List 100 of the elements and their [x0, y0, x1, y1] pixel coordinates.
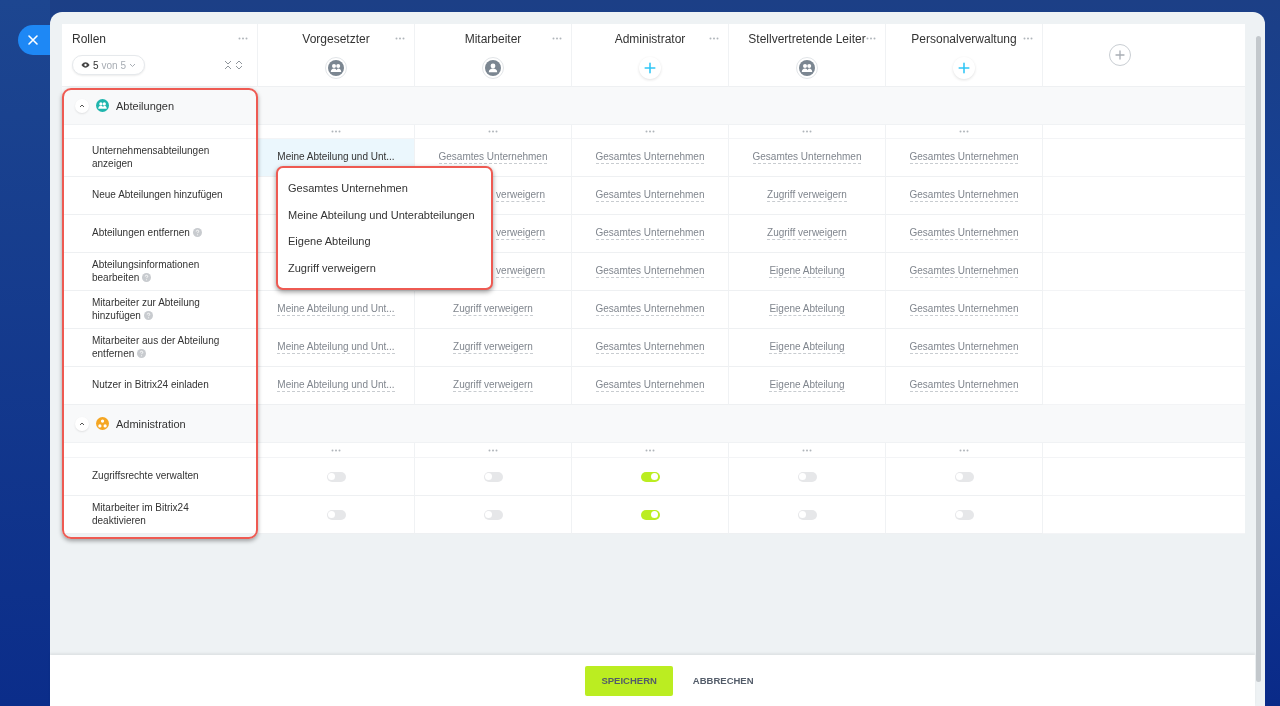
access-level-link[interactable]: Eigene Abteilung	[769, 265, 845, 278]
permission-label: Neue Abteilungen hinzufügen	[92, 189, 223, 202]
access-level-link[interactable]: Eigene Abteilung	[769, 303, 845, 316]
add-member-button[interactable]	[953, 57, 975, 79]
access-level-link[interactable]: Gesamtes Unternehmen	[595, 227, 705, 240]
permission-label: Abteilungsinformationen bearbeiten	[92, 259, 201, 284]
plus-icon	[958, 62, 970, 74]
scrollbar[interactable]	[1256, 36, 1261, 682]
save-button[interactable]: SPEICHERN	[585, 665, 673, 696]
role-title: Mitarbeiter	[464, 32, 522, 46]
access-level-link[interactable]: verweigern	[496, 189, 545, 202]
more-icon[interactable]	[331, 448, 341, 452]
dropdown-option[interactable]: Meine Abteilung und Unterabteilungen	[278, 201, 491, 228]
permission-switch[interactable]	[640, 471, 660, 482]
collapse-button[interactable]	[75, 98, 89, 113]
access-level-link[interactable]: Gesamtes Unternehmen	[909, 341, 1019, 354]
more-icon[interactable]	[552, 37, 562, 40]
collapse-button[interactable]	[75, 416, 89, 431]
member-button[interactable]	[325, 57, 347, 79]
permission-switch[interactable]	[797, 471, 817, 482]
access-level-link[interactable]: Gesamtes Unternehmen	[595, 379, 705, 392]
permission-switch[interactable]	[483, 509, 503, 520]
access-level-link[interactable]: Zugriff verweigern	[453, 379, 533, 392]
member-button[interactable]	[796, 57, 818, 79]
permission-switch[interactable]	[640, 509, 660, 520]
more-icon[interactable]	[238, 37, 248, 40]
help-icon[interactable]	[142, 272, 152, 282]
more-icon[interactable]	[802, 130, 812, 133]
visible-roles-filter[interactable]: 5 von 5	[72, 55, 146, 75]
access-level-link[interactable]: Zugriff verweigern	[767, 227, 847, 240]
group-icon	[328, 60, 344, 76]
more-icon[interactable]	[645, 448, 655, 452]
help-icon[interactable]	[143, 310, 153, 320]
permission-label: Mitarbeiter zur Abteilung hinzufügen	[92, 297, 201, 322]
access-level-link[interactable]: Gesamtes Unternehmen	[595, 303, 705, 316]
access-level-link[interactable]: Gesamtes Unternehmen	[909, 151, 1019, 164]
help-icon[interactable]	[192, 228, 202, 238]
access-level-link[interactable]: Gesamtes Unternehmen	[595, 265, 705, 278]
access-level-link[interactable]: Gesamtes Unternehmen	[595, 189, 705, 202]
more-icon[interactable]	[709, 37, 719, 40]
member-button[interactable]	[482, 57, 504, 79]
more-icon[interactable]	[645, 130, 655, 133]
permission-label: Mitarbeiter im Bitrix24 deaktivieren	[92, 502, 190, 527]
collapse-expand-icon[interactable]	[224, 60, 244, 70]
permission-switch[interactable]	[797, 509, 817, 520]
access-level-link[interactable]: Zugriff verweigern	[453, 341, 533, 354]
access-level-link[interactable]: Eigene Abteilung	[769, 341, 845, 354]
access-level-link[interactable]: Gesamtes Unternehmen	[909, 265, 1019, 278]
chevron-up-icon	[79, 421, 85, 426]
access-level-link[interactable]: Meine Abteilung und Unt...	[277, 303, 395, 316]
permission-label: Mitarbeiter aus der Abteilung entfernen	[92, 335, 221, 360]
access-level-link[interactable]: Meine Abteilung und Unt...	[277, 151, 395, 164]
permission-label: Unternehmensabteilungen anzeigen	[92, 145, 211, 170]
more-icon[interactable]	[488, 130, 498, 133]
access-level-link[interactable]: Meine Abteilung und Unt...	[277, 379, 395, 392]
help-icon[interactable]	[137, 348, 147, 358]
add-member-button[interactable]	[639, 57, 661, 79]
dropdown-option[interactable]: Zugriff verweigern	[278, 254, 491, 281]
more-icon[interactable]	[395, 37, 405, 40]
access-level-link[interactable]: Gesamtes Unternehmen	[909, 303, 1019, 316]
permission-switch[interactable]	[326, 509, 346, 520]
chevron-up-icon	[79, 103, 85, 108]
permission-switch[interactable]	[954, 509, 974, 520]
permission-switch[interactable]	[326, 471, 346, 482]
access-level-link[interactable]: Gesamtes Unternehmen	[595, 151, 705, 164]
access-level-link[interactable]: verweigern	[496, 265, 545, 278]
access-level-link[interactable]: Gesamtes Unternehmen	[752, 151, 862, 164]
permission-switch[interactable]	[483, 471, 503, 482]
permission-switch[interactable]	[954, 471, 974, 482]
plus-icon	[644, 62, 656, 74]
more-icon[interactable]	[866, 37, 876, 40]
access-level-link[interactable]: Gesamtes Unternehmen	[909, 227, 1019, 240]
role-title: Administrator	[614, 32, 686, 46]
cancel-button[interactable]: ABBRECHEN	[686, 674, 760, 687]
access-level-link[interactable]: Zugriff verweigern	[767, 189, 847, 202]
more-icon[interactable]	[959, 130, 969, 133]
more-icon[interactable]	[331, 130, 341, 133]
access-level-link[interactable]: Gesamtes Unternehmen	[909, 379, 1019, 392]
access-level-link[interactable]: verweigern	[496, 227, 545, 240]
access-level-link[interactable]: Meine Abteilung und Unt...	[277, 341, 395, 354]
access-level-link[interactable]: Gesamtes Unternehmen	[909, 189, 1019, 202]
more-icon[interactable]	[488, 448, 498, 452]
more-icon[interactable]	[1023, 37, 1033, 40]
role-title: Stellvertretende Leiter	[748, 32, 866, 46]
more-icon[interactable]	[959, 448, 969, 452]
access-level-link[interactable]: Zugriff verweigern	[453, 303, 533, 316]
role-title: Personalverwaltung	[911, 32, 1017, 46]
dropdown-option[interactable]: Gesamtes Unternehmen	[278, 175, 491, 202]
more-icon[interactable]	[802, 448, 812, 452]
access-level-link[interactable]: Gesamtes Unternehmen	[438, 151, 548, 164]
permission-label: Zugriffsrechte verwalten	[92, 470, 199, 483]
close-button[interactable]	[18, 25, 50, 55]
dropdown-option[interactable]: Eigene Abteilung	[278, 228, 491, 255]
add-role-button[interactable]	[1109, 44, 1131, 66]
access-level-link[interactable]: Gesamtes Unternehmen	[595, 341, 705, 354]
section-title: Abteilungen	[116, 99, 175, 112]
total-count: von 5	[101, 59, 127, 71]
eye-icon	[81, 62, 90, 68]
access-level-link[interactable]: Eigene Abteilung	[769, 379, 845, 392]
role-title: Vorgesetzter	[302, 32, 370, 46]
